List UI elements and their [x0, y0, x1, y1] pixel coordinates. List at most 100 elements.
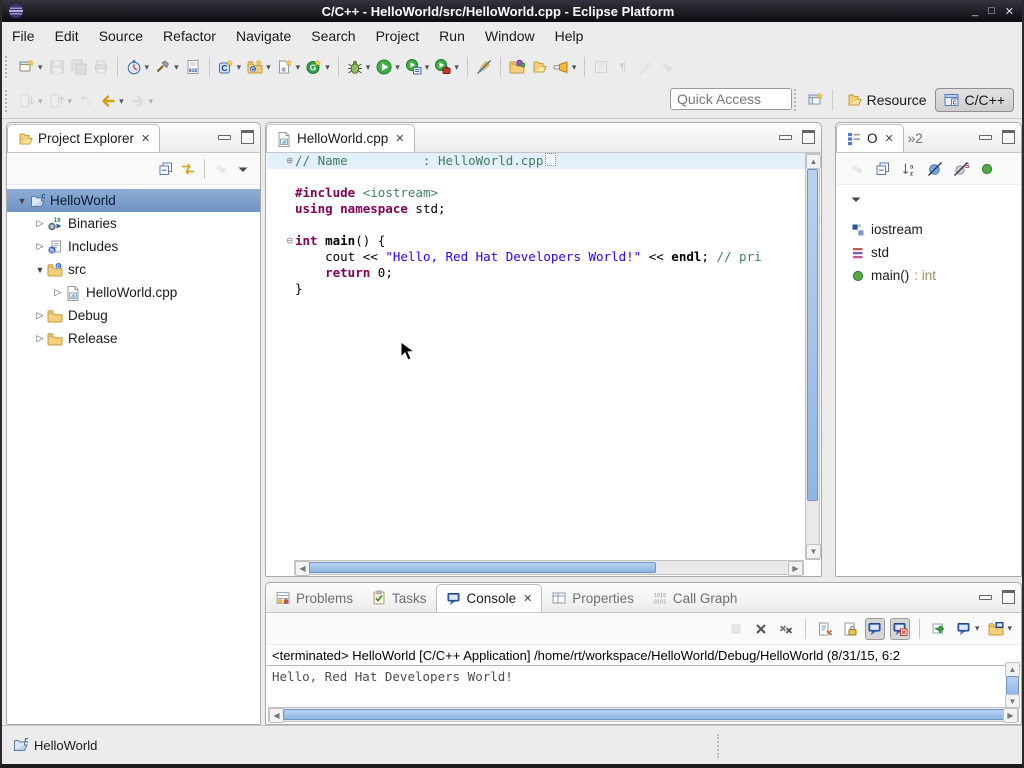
dropdown-arrow-icon[interactable]: ▾: [119, 96, 124, 107]
console-open-console-button[interactable]: ▾: [986, 618, 1014, 640]
menu-edit[interactable]: Edit: [45, 24, 89, 48]
scroll-left-arrow[interactable]: ◀: [295, 561, 310, 576]
code-line-7[interactable]: cout << "Hello, Red Hat Developers World…: [267, 249, 805, 265]
explorer-view-menu-button[interactable]: [233, 158, 253, 180]
close-icon[interactable]: ✕: [885, 132, 894, 145]
scroll-up-arrow[interactable]: ▲: [806, 154, 821, 169]
tab-editor-helloworld[interactable]: .c HelloWorld.cpp ✕: [266, 124, 415, 152]
console-show-stdout-button[interactable]: [865, 618, 885, 640]
tab-outline[interactable]: O ✕: [836, 124, 904, 152]
code-line-3[interactable]: #include <iostream>: [267, 185, 805, 201]
debug-button[interactable]: ▾: [345, 56, 373, 78]
menu-project[interactable]: Project: [366, 24, 430, 48]
dropdown-arrow-icon[interactable]: ▾: [174, 62, 179, 73]
open-resource-button[interactable]: [529, 56, 549, 78]
build-button[interactable]: ▾: [153, 56, 181, 78]
run-button[interactable]: ▾: [374, 56, 402, 78]
code-line-8[interactable]: return 0;: [267, 265, 805, 281]
tab-problems[interactable]: Problems: [266, 584, 362, 612]
explorer-collapse-all-button[interactable]: [156, 158, 176, 180]
maximize-view-button[interactable]: [241, 130, 254, 144]
minimize-button[interactable]: _: [972, 5, 978, 17]
code-line-5[interactable]: [267, 217, 805, 233]
dropdown-arrow-icon[interactable]: ▾: [454, 62, 459, 73]
menu-search[interactable]: Search: [301, 24, 365, 48]
dropdown-arrow-icon[interactable]: ▾: [296, 62, 301, 73]
folded-region-box[interactable]: [545, 153, 556, 166]
console-show-stderr-button[interactable]: [890, 618, 910, 640]
scroll-up-arrow[interactable]: ▲: [1005, 662, 1020, 677]
scroll-left-arrow[interactable]: ◀: [269, 708, 284, 723]
editor-vertical-scrollbar[interactable]: ▲ ▼: [805, 153, 820, 560]
scrollbar-thumb[interactable]: [1006, 676, 1019, 696]
new-c-project-button[interactable]: C▾: [216, 56, 244, 78]
console-scroll-lock-button[interactable]: [840, 618, 860, 640]
tab-project-explorer[interactable]: Project Explorer ✕: [7, 124, 160, 152]
console-output[interactable]: Hello, Red Hat Developers World!: [266, 666, 1021, 687]
maximize-view-button[interactable]: [802, 130, 815, 144]
expander-closed-icon[interactable]: ▷: [33, 241, 47, 252]
code-line-6[interactable]: ⊖int main() {: [267, 233, 805, 249]
console-horizontal-scrollbar[interactable]: ◀ ▶: [268, 707, 1019, 722]
binary-build-button[interactable]: 010: [183, 56, 203, 78]
tab-call-graph[interactable]: 10100101Call Graph: [643, 584, 747, 612]
scrollbar-thumb[interactable]: [309, 562, 656, 573]
code-line-4[interactable]: using namespace std;: [267, 201, 805, 217]
maximize-button[interactable]: □: [988, 5, 995, 17]
tree-item-includes[interactable]: ▷hIncludes: [7, 235, 260, 258]
profile-button[interactable]: ▾: [124, 56, 152, 78]
new-cpp-project-button[interactable]: C▾: [245, 56, 273, 78]
code-editor[interactable]: ⊕// Name : HelloWorld.cpp#include <iostr…: [267, 153, 805, 560]
minimize-view-button[interactable]: [979, 135, 992, 140]
expander-closed-icon[interactable]: ▷: [51, 287, 65, 298]
dropdown-arrow-icon[interactable]: ▾: [325, 62, 330, 73]
minimize-view-button[interactable]: [779, 135, 792, 140]
menu-source[interactable]: Source: [89, 24, 153, 48]
scrollbar-thumb[interactable]: [807, 169, 818, 501]
scrollbar-thumb[interactable]: [283, 709, 1004, 720]
scroll-right-arrow[interactable]: ▶: [788, 561, 803, 576]
open-type-button[interactable]: [507, 56, 527, 78]
dropdown-arrow-icon[interactable]: ▾: [572, 62, 577, 73]
expander-open-icon[interactable]: ▼: [15, 196, 29, 206]
fold-minus-icon[interactable]: ⊖: [267, 233, 295, 249]
console-remove-launch-button[interactable]: [751, 618, 771, 640]
dropdown-arrow-icon[interactable]: ▾: [395, 62, 400, 73]
console-clear-console-button[interactable]: [815, 618, 835, 640]
console-pin-console-button[interactable]: [929, 618, 949, 640]
tab-properties[interactable]: Properties: [542, 584, 643, 612]
console-remove-all-button[interactable]: [776, 618, 796, 640]
outline-hide-static-button[interactable]: S: [951, 158, 971, 180]
expander-closed-icon[interactable]: ▷: [33, 218, 47, 229]
dropdown-arrow-icon[interactable]: ▾: [266, 62, 271, 73]
menu-window[interactable]: Window: [475, 24, 545, 48]
perspective-resource-button[interactable]: Resource: [838, 89, 935, 111]
close-icon[interactable]: ✕: [523, 592, 532, 605]
menu-navigate[interactable]: Navigate: [226, 24, 301, 48]
dropdown-arrow-icon[interactable]: ▾: [237, 62, 242, 73]
dropdown-arrow-icon[interactable]: ▾: [425, 62, 430, 73]
dropdown-arrow-icon[interactable]: ▾: [1007, 623, 1012, 634]
menu-file[interactable]: File: [2, 24, 45, 48]
external-tools-button[interactable]: ▾: [433, 56, 461, 78]
tab-console[interactable]: Console✕: [436, 584, 543, 612]
open-perspective-button[interactable]: [806, 89, 826, 111]
fold-plus-icon[interactable]: ⊕: [267, 153, 295, 169]
tree-item-debug[interactable]: ▷Debug: [7, 304, 260, 327]
tree-item-helloworld-cpp[interactable]: ▷.cHelloWorld.cpp: [7, 281, 260, 304]
new-c-file-button[interactable]: c▾: [275, 56, 303, 78]
expander-closed-icon[interactable]: ▷: [33, 310, 47, 321]
tree-item-binaries[interactable]: ▷10Binaries: [7, 212, 260, 235]
scroll-right-arrow[interactable]: ▶: [1003, 708, 1018, 723]
expander-open-icon[interactable]: ▼: [33, 265, 47, 275]
code-line-9[interactable]: }: [267, 281, 805, 297]
menu-help[interactable]: Help: [545, 24, 594, 48]
outline-sort-button[interactable]: az: [899, 158, 919, 180]
outline-view-menu[interactable]: [836, 185, 1021, 210]
outline-item-main-[interactable]: main() : int: [850, 264, 1021, 287]
coverage-button[interactable]: G▾: [304, 56, 332, 78]
tree-item-release[interactable]: ▷Release: [7, 327, 260, 350]
tab-tasks[interactable]: Tasks: [362, 584, 436, 612]
editor-horizontal-scrollbar[interactable]: ◀ ▶: [294, 560, 804, 575]
minimize-view-button[interactable]: [979, 595, 992, 600]
